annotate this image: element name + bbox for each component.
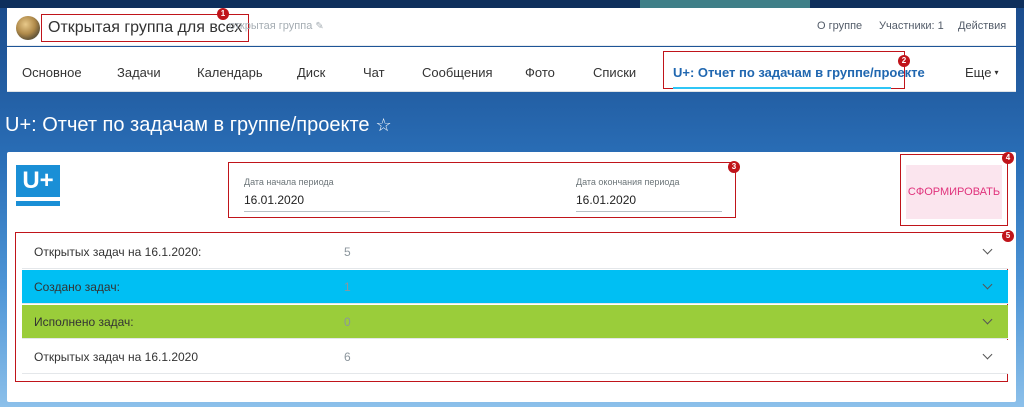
row-label: Открытых задач на 16.1.2020: — [34, 245, 202, 259]
active-tab-underline — [673, 87, 891, 89]
end-date-label: Дата окончания периода — [576, 177, 680, 187]
top-strip-accent — [640, 0, 810, 8]
report-rows: Открытых задач на 16.1.2020: 5 Создано з… — [15, 232, 1008, 382]
group-nav: Основное Задачи Календарь Диск Чат Сообщ… — [7, 47, 1016, 92]
annotation-badge-3: 3 — [728, 161, 740, 173]
nav-item-main[interactable]: Основное — [22, 65, 82, 80]
header-link-members[interactable]: Участники: 1 — [879, 20, 944, 32]
report-row-created[interactable]: Создано задач: 1 — [22, 270, 1008, 304]
nav-item-tasks[interactable]: Задачи — [117, 65, 161, 80]
nav-item-messages[interactable]: Сообщения — [422, 65, 493, 80]
logo-underline — [16, 201, 60, 206]
report-card: U+ Дата начала периода 16.01.2020 Дата о… — [7, 152, 1016, 402]
page-title: U+: Отчет по задачам в группе/проекте ☆ — [5, 114, 392, 137]
row-value: 5 — [344, 245, 351, 259]
nav-item-photo[interactable]: Фото — [525, 65, 555, 80]
end-date-field[interactable]: Дата окончания периода 16.01.2020 — [576, 177, 722, 212]
chevron-down-icon[interactable] — [982, 279, 993, 290]
nav-item-report[interactable]: U+: Отчет по задачам в группе/проекте — [673, 65, 925, 80]
group-type-label: открытая группа — [229, 20, 313, 32]
start-date-input[interactable]: 16.01.2020 — [244, 193, 390, 212]
row-value: 0 — [344, 315, 351, 329]
app-logo: U+ — [16, 165, 60, 209]
start-date-field[interactable]: Дата начала периода 16.01.2020 — [244, 177, 390, 212]
group-header: Открытая группа для всех 1 открытая груп… — [7, 8, 1016, 46]
nav-item-lists[interactable]: Списки — [593, 65, 636, 80]
top-strip — [0, 0, 1024, 8]
annotation-badge-1: 1 — [217, 8, 229, 20]
nav-more[interactable]: Еще ▾ — [965, 65, 998, 80]
annotation-badge-2: 2 — [898, 55, 910, 67]
end-date-input[interactable]: 16.01.2020 — [576, 193, 722, 212]
logo-text: U+ — [16, 165, 60, 197]
nav-item-chat[interactable]: Чат — [363, 65, 385, 80]
row-label: Открытых задач на 16.1.2020 — [34, 350, 199, 364]
report-row-completed[interactable]: Исполнено задач: 0 — [22, 305, 1008, 339]
chevron-down-icon[interactable] — [982, 349, 993, 360]
nav-item-calendar[interactable]: Календарь — [197, 65, 263, 80]
row-label: Исполнено задач: — [34, 315, 134, 329]
caret-down-icon: ▾ — [994, 68, 999, 77]
row-label: Создано задач: — [34, 280, 120, 294]
chevron-down-icon[interactable] — [982, 314, 993, 325]
annotation-badge-4: 4 — [1002, 152, 1014, 164]
nav-more-label: Еще — [965, 65, 992, 80]
annotation-box-4: СФОРМИРОВАТЬ — [900, 154, 1008, 226]
pencil-icon[interactable]: ✎ — [315, 21, 323, 32]
page-title-text: U+: Отчет по задачам в группе/проекте — [5, 114, 370, 136]
header-link-actions[interactable]: Действия — [958, 20, 1006, 32]
period-selector: Дата начала периода 16.01.2020 Дата окон… — [228, 162, 736, 218]
row-value: 1 — [344, 280, 351, 294]
group-avatar[interactable] — [16, 16, 40, 40]
star-icon[interactable]: ☆ — [376, 115, 392, 135]
row-value: 6 — [344, 350, 351, 364]
group-type: открытая группа ✎ — [229, 20, 324, 32]
report-row-open-end[interactable]: Открытых задач на 16.1.2020 6 — [22, 340, 1008, 374]
annotation-badge-5: 5 — [1002, 230, 1014, 242]
report-row-open-start[interactable]: Открытых задач на 16.1.2020: 5 — [22, 235, 1008, 269]
nav-item-disk[interactable]: Диск — [297, 65, 325, 80]
header-link-about[interactable]: О группе — [817, 20, 862, 32]
chevron-down-icon[interactable] — [982, 244, 993, 255]
generate-button[interactable]: СФОРМИРОВАТЬ — [906, 165, 1002, 219]
start-date-label: Дата начала периода — [244, 177, 334, 187]
